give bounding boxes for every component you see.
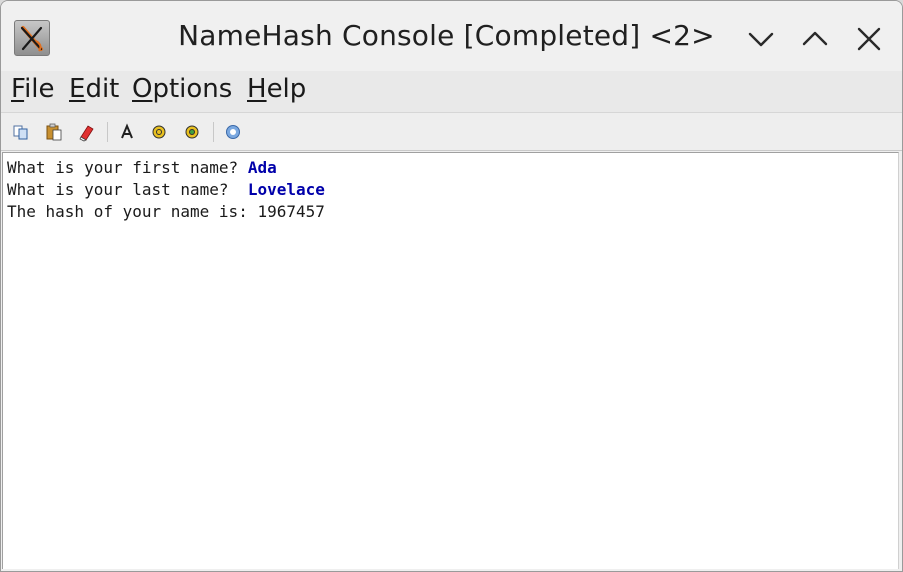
menu-bar: File Edit Options Help <box>1 71 902 113</box>
menu-options-label: ptions <box>152 74 233 104</box>
close-icon <box>857 27 881 51</box>
menu-options-mnemonic: O <box>132 74 153 104</box>
menu-file-mnemonic: F <box>11 74 25 104</box>
minimize-button[interactable] <box>746 24 776 54</box>
menu-edit-mnemonic: E <box>69 74 86 104</box>
font-icon <box>121 123 133 139</box>
console-line: What is your last name? Lovelace <box>7 180 325 199</box>
paste-icon <box>46 123 62 141</box>
last-name-input: Lovelace <box>247 180 325 199</box>
maximize-button[interactable] <box>800 24 830 54</box>
chevron-up-icon <box>802 31 828 46</box>
toolbar <box>1 113 902 151</box>
clear-icon <box>79 125 94 142</box>
menu-help-label: elp <box>266 74 307 104</box>
paste-button[interactable] <box>44 122 64 142</box>
help-button[interactable] <box>223 122 243 142</box>
console-output[interactable]: What is your first name? Ada What is you… <box>2 152 899 569</box>
help-icon <box>226 125 240 139</box>
menu-options[interactable]: Options <box>132 74 232 104</box>
console-window: NameHash Console [Completed] <2> File Ed… <box>0 0 903 572</box>
font-button[interactable] <box>117 122 137 142</box>
toolbar-separator <box>213 122 214 142</box>
first-name-prompt: What is your first name? <box>7 158 248 177</box>
compile-button[interactable] <box>149 122 169 142</box>
hash-result-line: The hash of your name is: 1967457 <box>7 202 325 221</box>
first-name-input: Ada <box>247 158 277 177</box>
menu-help-mnemonic: H <box>247 74 267 104</box>
debug-icon <box>185 125 199 139</box>
menu-edit[interactable]: Edit <box>69 74 119 104</box>
menu-file[interactable]: File <box>11 74 55 104</box>
menu-edit-label: dit <box>85 74 120 104</box>
copy-button[interactable] <box>11 122 31 142</box>
title-bar[interactable]: NameHash Console [Completed] <2> <box>1 1 902 71</box>
clear-button[interactable] <box>77 122 97 142</box>
copy-icon <box>13 125 28 140</box>
compile-icon <box>152 125 166 139</box>
chevron-down-icon <box>748 32 774 47</box>
console-line: What is your first name? Ada <box>7 158 277 177</box>
menu-file-label: ile <box>24 74 55 104</box>
debug-button[interactable] <box>182 122 202 142</box>
toolbar-separator <box>107 122 108 142</box>
last-name-prompt: What is your last name? <box>7 180 248 199</box>
close-button[interactable] <box>854 24 884 54</box>
menu-help[interactable]: Help <box>247 74 306 104</box>
